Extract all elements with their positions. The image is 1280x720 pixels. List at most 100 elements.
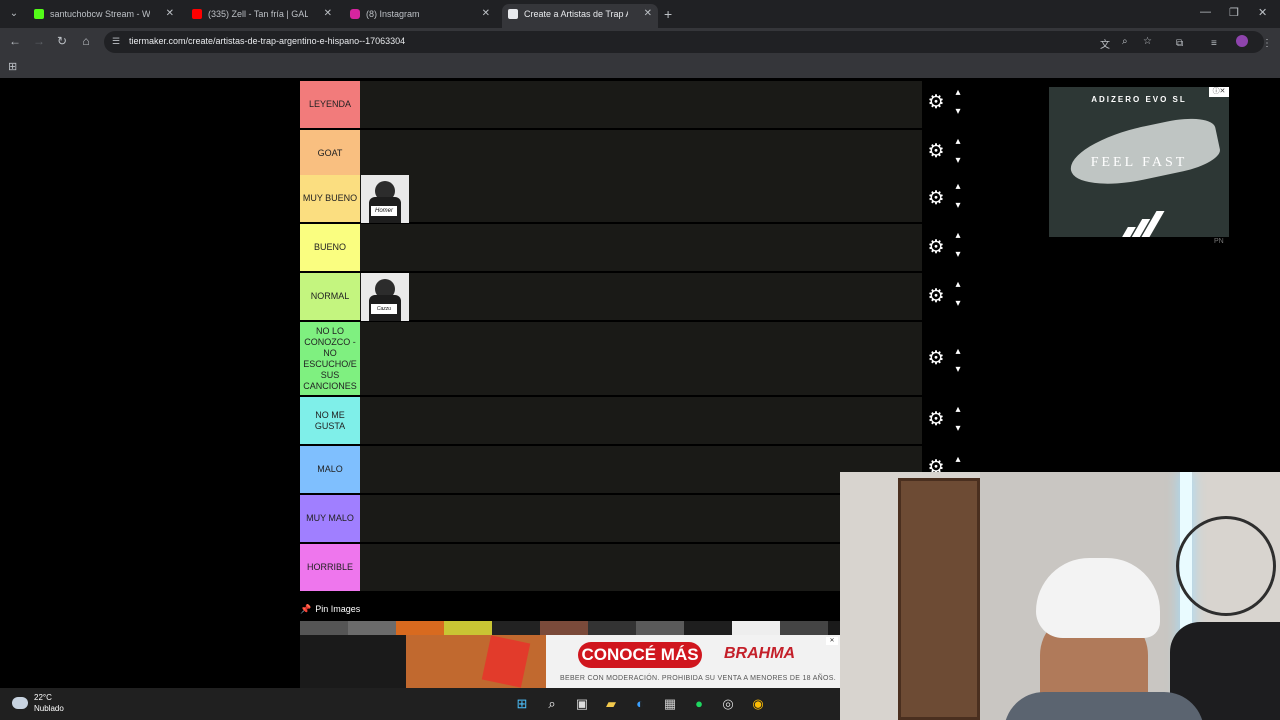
gear-icon[interactable]: ⚙ — [926, 287, 946, 307]
tier-label[interactable]: MALO — [300, 446, 360, 493]
tier-label[interactable]: NORMAL — [300, 273, 360, 320]
extensions-icon[interactable]: ⧉ — [1176, 38, 1183, 49]
gear-icon[interactable]: ⚙ — [926, 93, 946, 113]
back-icon[interactable]: ← — [7, 34, 23, 48]
home-icon[interactable]: ⌂ — [78, 34, 94, 48]
pool-image[interactable] — [684, 621, 732, 635]
pool-image[interactable] — [492, 621, 540, 635]
obs-icon[interactable]: ◎ — [720, 696, 736, 712]
sneaker-ad[interactable]: ADIZERO EVO SL FEEL FAST — [1049, 87, 1229, 237]
menu-icon[interactable]: ⋮ — [1262, 38, 1272, 49]
beer-ad[interactable]: CONOCÉ MÁS BRAHMA BEBER CON MODERACIÓN. … — [406, 635, 840, 688]
pool-image[interactable] — [540, 621, 588, 635]
gear-icon[interactable]: ⚙ — [926, 410, 946, 430]
ad-cta-button[interactable]: CONOCÉ MÁS — [578, 642, 702, 668]
translate-icon[interactable]: 文 — [1100, 36, 1110, 51]
tab-youtube[interactable]: (335) Zell - Tan fría | GALLERY S ✕ — [186, 4, 338, 28]
chevron-down-icon[interactable]: ▾ — [952, 423, 964, 435]
url-text[interactable]: tiermaker.com/create/artistas-de-trap-ar… — [129, 36, 405, 46]
apps-grid-icon[interactable]: ⊞ — [8, 60, 17, 73]
chevron-up-icon[interactable]: ▴ — [952, 454, 964, 466]
site-info-icon[interactable]: ☰ — [112, 36, 122, 46]
chevron-up-icon[interactable]: ▴ — [952, 136, 964, 148]
chevron-up-icon[interactable]: ▴ — [952, 230, 964, 242]
tier-label[interactable]: NO ME GUSTA — [300, 397, 360, 444]
tab-instagram[interactable]: (8) Instagram ✕ — [344, 4, 496, 28]
store-icon[interactable]: ▦ — [662, 696, 678, 712]
pool-image[interactable] — [780, 621, 828, 635]
tier-label[interactable]: MUY MALO — [300, 495, 360, 542]
gear-icon[interactable]: ⚙ — [926, 142, 946, 162]
tier-label[interactable]: NO LO CONOZCO - NO ESCUCHO/E SUS CANCION… — [300, 322, 360, 395]
ad-close-icon[interactable]: ✕ — [826, 637, 838, 645]
tab-tiermaker[interactable]: Create a Artistas de Trap Argen ✕ — [502, 4, 658, 28]
chevron-up-icon[interactable]: ▴ — [952, 87, 964, 99]
tier-label[interactable]: HORRIBLE — [300, 544, 360, 591]
pin-images-toggle[interactable]: 📌 Pin Images — [300, 604, 360, 615]
tier-row-muy-malo[interactable]: MUY MALO — [300, 495, 840, 543]
bookmark-star-icon[interactable]: ☆ — [1143, 36, 1152, 47]
pool-image[interactable] — [636, 621, 684, 635]
chevron-up-icon[interactable]: ▴ — [952, 181, 964, 193]
ad-info-icon[interactable]: ⓘ✕ — [1209, 87, 1229, 97]
chevron-down-icon[interactable]: ▾ — [952, 364, 964, 376]
tier-row-muy-bueno[interactable]: MUY BUENO Homer ⚙ ▴ ▾ — [300, 175, 970, 223]
forward-icon[interactable]: → — [31, 34, 47, 48]
close-icon[interactable]: ✕ — [166, 4, 174, 24]
tier-row-normal[interactable]: NORMAL Cazzu ⚙ ▴ ▾ — [300, 273, 970, 321]
tier-row-bueno[interactable]: BUENO ⚙ ▴ ▾ — [300, 224, 970, 272]
cloud-icon[interactable] — [12, 697, 28, 709]
pool-image[interactable] — [348, 621, 396, 635]
task-view-icon[interactable]: ▣ — [574, 696, 590, 712]
tab-kick[interactable]: santuchobcw Stream - Watch L ✕ — [28, 4, 180, 28]
chevron-down-icon[interactable]: ▾ — [952, 155, 964, 167]
reload-icon[interactable]: ↻ — [54, 34, 70, 48]
spotify-icon[interactable]: ● — [691, 696, 707, 712]
tier-item-image[interactable]: Cazzu — [361, 273, 409, 321]
gear-icon[interactable]: ⚙ — [926, 238, 946, 258]
address-bar[interactable]: ☰ tiermaker.com/create/artistas-de-trap-… — [104, 31, 1264, 53]
new-tab-icon[interactable]: + — [664, 6, 672, 22]
profile-avatar-icon[interactable] — [1236, 35, 1248, 47]
close-icon[interactable]: ✕ — [644, 4, 652, 24]
tier-label[interactable]: MUY BUENO — [300, 175, 360, 222]
tier-item-image[interactable]: Homer — [361, 175, 409, 223]
pool-image[interactable] — [396, 621, 444, 635]
tier-label[interactable]: GOAT — [300, 130, 360, 177]
close-icon[interactable]: ✕ — [482, 4, 490, 24]
chevron-up-icon[interactable]: ▴ — [952, 279, 964, 291]
start-icon[interactable]: ⊞ — [514, 696, 530, 712]
search-icon[interactable]: ⌕ — [544, 696, 560, 712]
tier-label[interactable]: BUENO — [300, 224, 360, 271]
chevron-down-icon[interactable]: ▾ — [952, 249, 964, 261]
chevron-up-icon[interactable]: ▴ — [952, 346, 964, 358]
tier-row-leyenda[interactable]: LEYENDA ⚙ ▴ ▾ — [300, 81, 970, 129]
gear-icon[interactable]: ⚙ — [926, 349, 946, 369]
zoom-icon[interactable]: ⌕ — [1122, 36, 1128, 47]
pool-image[interactable] — [300, 621, 348, 635]
file-explorer-icon[interactable]: ▰ — [603, 696, 619, 712]
edge-icon[interactable]: ◐ — [632, 696, 648, 712]
tier-row-goat[interactable]: GOAT ⚙ ▴ ▾ — [300, 130, 970, 178]
window-close-icon[interactable]: ✕ — [1258, 6, 1267, 19]
chevron-up-icon[interactable]: ▴ — [952, 404, 964, 416]
tier-label[interactable]: LEYENDA — [300, 81, 360, 128]
weather-temperature[interactable]: 22°C — [34, 693, 52, 702]
chevron-down-icon[interactable]: ▾ — [952, 106, 964, 118]
restore-icon[interactable]: ❐ — [1229, 6, 1239, 19]
chevron-down-icon[interactable]: ▾ — [952, 200, 964, 212]
reading-list-icon[interactable]: ≡ — [1211, 38, 1217, 49]
gear-icon[interactable]: ⚙ — [926, 189, 946, 209]
pool-image[interactable] — [732, 621, 780, 635]
weather-description[interactable]: Nublado — [34, 704, 64, 713]
pool-image[interactable] — [444, 621, 492, 635]
tier-row-no-lo-conozco[interactable]: NO LO CONOZCO - NO ESCUCHO/E SUS CANCION… — [300, 322, 970, 396]
tier-row-horrible[interactable]: HORRIBLE — [300, 544, 840, 592]
pool-image[interactable] — [588, 621, 636, 635]
chevron-down-icon[interactable]: ▾ — [952, 298, 964, 310]
tier-row-no-me-gusta[interactable]: NO ME GUSTA ⚙ ▴ ▾ — [300, 397, 970, 445]
tab-search-icon[interactable]: ⌄ — [6, 6, 22, 22]
minimize-icon[interactable]: — — [1200, 6, 1211, 18]
close-icon[interactable]: ✕ — [324, 4, 332, 24]
chrome-icon[interactable]: ◉ — [750, 696, 766, 712]
